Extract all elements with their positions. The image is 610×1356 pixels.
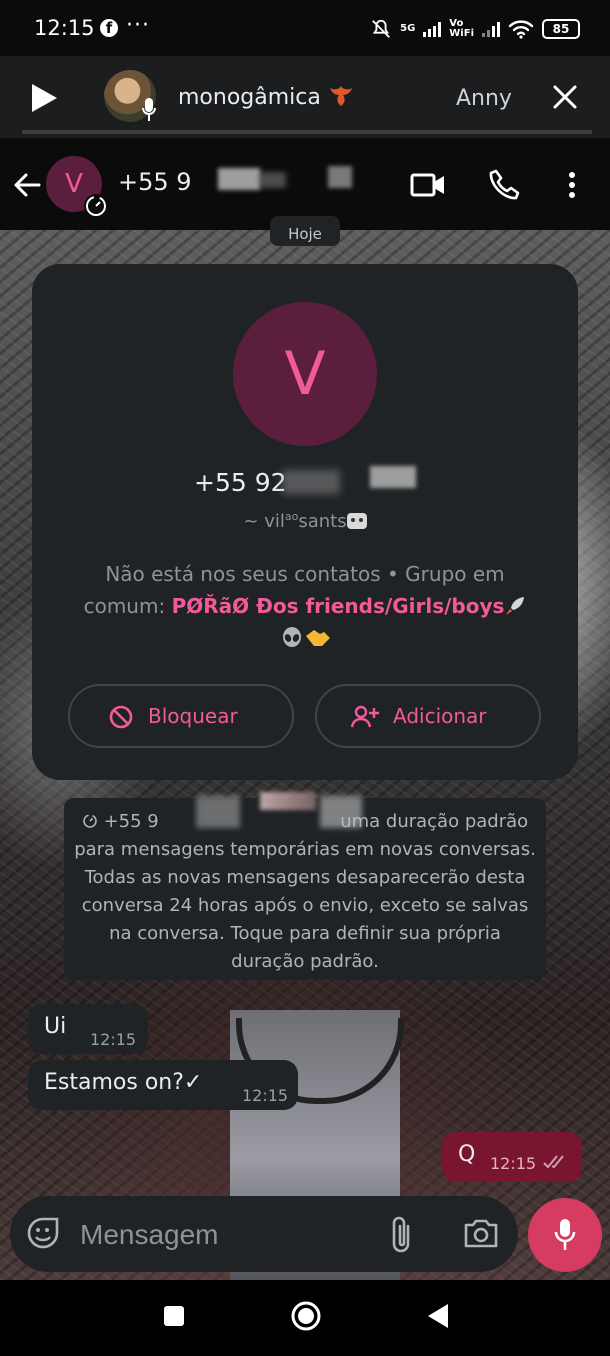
contact-display-name: ~ vilaosants bbox=[200, 510, 410, 532]
signal-2-icon bbox=[482, 21, 500, 37]
home-button[interactable] bbox=[290, 1300, 322, 1332]
wifi-icon bbox=[508, 20, 534, 39]
mic-badge-icon bbox=[142, 98, 156, 121]
signal-icon bbox=[423, 21, 442, 37]
block-button-label: Bloquear bbox=[148, 704, 238, 728]
timer-small-icon bbox=[83, 814, 97, 828]
bell-muted-icon bbox=[372, 19, 391, 38]
facebook-icon: f bbox=[100, 19, 118, 37]
battery-icon: 85 bbox=[542, 19, 580, 39]
mic-icon bbox=[554, 1219, 576, 1250]
incoming-message[interactable]: Estamos on?✓ 12:15 bbox=[28, 1060, 298, 1110]
add-contact-button[interactable]: Adicionar bbox=[315, 684, 541, 748]
attachment-icon[interactable] bbox=[388, 1214, 416, 1254]
outgoing-message[interactable]: Q 12:15 bbox=[442, 1132, 582, 1182]
network-5g-label: 5G bbox=[400, 23, 416, 34]
double-check-icon bbox=[543, 1155, 564, 1169]
status-time: 12:15 bbox=[34, 16, 95, 40]
video-call-icon[interactable] bbox=[410, 170, 446, 200]
common-group-link[interactable]: ΡØŘãØ Ðos friends/Girls/boys bbox=[172, 594, 505, 618]
contact-info-text: Não está nos seus contatos • Grupo em co… bbox=[66, 558, 544, 622]
redaction-blur bbox=[320, 796, 362, 828]
handshake-emoji-icon bbox=[306, 630, 330, 646]
incoming-message[interactable]: Ui 12:15 bbox=[28, 1004, 148, 1054]
message-time: 12:15 bbox=[490, 1154, 537, 1173]
phone-call-icon[interactable] bbox=[488, 168, 522, 202]
name-prefix: ~ vil bbox=[243, 511, 285, 532]
block-button[interactable]: Bloquear bbox=[68, 684, 294, 748]
vowifi-bottom: WiFi bbox=[449, 28, 474, 39]
robot-emoji-icon bbox=[346, 513, 367, 529]
message-input[interactable] bbox=[78, 1212, 372, 1258]
close-icon[interactable] bbox=[552, 84, 578, 110]
message-text: Q bbox=[458, 1142, 476, 1167]
rocket-emoji-icon bbox=[506, 597, 525, 615]
phoenix-emoji-icon bbox=[329, 86, 352, 106]
redaction-blur bbox=[260, 792, 316, 810]
name-suffix: sants bbox=[298, 511, 347, 532]
audio-subtitle: Anny bbox=[456, 86, 512, 111]
redaction-blur bbox=[196, 796, 240, 828]
redaction-blur bbox=[370, 466, 416, 488]
add-contact-label: Adicionar bbox=[393, 704, 487, 728]
disappearing-timer-icon bbox=[84, 194, 108, 218]
name-sup: ao bbox=[284, 510, 299, 523]
play-icon[interactable] bbox=[32, 84, 57, 112]
camera-icon[interactable] bbox=[462, 1216, 500, 1250]
emoji-sticker-icon[interactable] bbox=[26, 1216, 60, 1250]
message-text: Ui bbox=[44, 1014, 67, 1039]
message-time: 12:15 bbox=[90, 1030, 137, 1049]
contact-phone: +55 92 bbox=[194, 468, 287, 497]
more-notifications-icon: ··· bbox=[126, 13, 150, 38]
emoji-row bbox=[280, 626, 340, 650]
nav-back-button[interactable] bbox=[428, 1304, 448, 1328]
alien-emoji-icon bbox=[283, 627, 301, 647]
redaction-blur bbox=[282, 470, 340, 494]
add-person-icon bbox=[351, 705, 379, 728]
system-message-body: uma duração padrão para mensagens tempor… bbox=[74, 811, 536, 972]
back-arrow-icon[interactable] bbox=[12, 170, 42, 200]
status-icons: 5G Vo WiFi 85 bbox=[370, 16, 580, 42]
message-time: 12:15 bbox=[242, 1086, 289, 1105]
system-message-lead: +55 9 bbox=[103, 811, 159, 832]
message-text: Estamos on?✓ bbox=[44, 1070, 203, 1095]
chat-title[interactable]: +55 9 bbox=[118, 168, 192, 196]
redaction-blur bbox=[258, 172, 286, 188]
redaction-blur bbox=[328, 166, 352, 188]
contact-avatar[interactable]: V bbox=[233, 302, 377, 446]
voice-record-button[interactable] bbox=[528, 1198, 602, 1272]
recents-button[interactable] bbox=[164, 1306, 184, 1326]
audio-title-text: monogâmica bbox=[178, 85, 321, 110]
audio-progress-track bbox=[22, 130, 592, 134]
vowifi-label: Vo WiFi bbox=[449, 19, 474, 39]
redaction-blur bbox=[218, 168, 260, 190]
audio-title: monogâmica bbox=[178, 84, 354, 110]
overflow-menu-icon[interactable] bbox=[562, 170, 582, 200]
block-icon bbox=[109, 705, 133, 729]
system-message-text[interactable]: +55 9 uma duração padrão para mensagens … bbox=[74, 808, 536, 976]
date-chip: Hoje bbox=[270, 216, 340, 246]
